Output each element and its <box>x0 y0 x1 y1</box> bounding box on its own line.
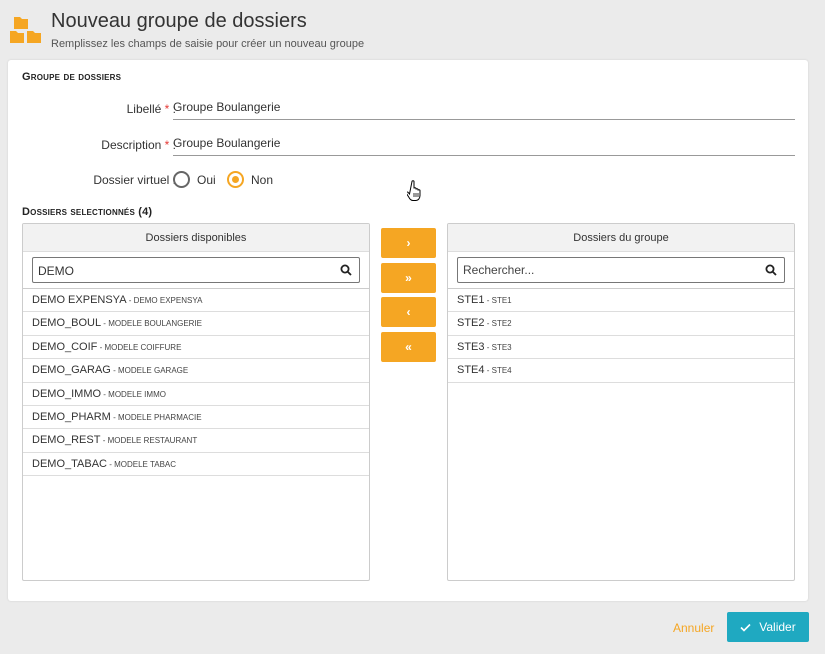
item-code: DEMO_PHARM <box>32 410 111 423</box>
cancel-button[interactable]: Annuler <box>673 621 714 635</box>
available-folders-list: Dossiers disponibles DEMO DEMO EXPENSYA … <box>22 223 370 581</box>
group-search-input[interactable] <box>458 258 784 282</box>
group-folders-header: Dossiers du groupe <box>448 224 794 252</box>
available-search-input[interactable]: DEMO <box>32 257 360 283</box>
selection-section-title: Dossiers selectionnés (4) <box>22 206 153 218</box>
page-subtitle: Remplissez les champs de saisie pour cré… <box>51 38 365 50</box>
available-search-value: DEMO <box>38 264 74 278</box>
item-name: STE2 <box>491 319 512 329</box>
item-name: MODELE TABAC <box>114 459 177 469</box>
remove-selected-button[interactable]: ‹ <box>381 297 436 327</box>
item-name: MODELE IMMO <box>108 389 166 399</box>
form-panel: Groupe de dossiers Libellé * : Groupe Bo… <box>8 60 808 601</box>
group-section-title: Groupe de dossiers <box>22 71 122 83</box>
remove-all-button[interactable]: « <box>381 332 436 362</box>
list-item[interactable]: STE4 - STE4 <box>448 359 794 383</box>
list-item[interactable]: DEMO_PHARM - MODELE PHARMACIE <box>23 406 369 430</box>
item-name: STE4 <box>491 366 512 376</box>
available-folders-header: Dossiers disponibles <box>23 224 369 252</box>
page-header: Nouveau groupe de dossiers Remplissez le… <box>0 0 825 56</box>
item-code: DEMO_GARAG <box>32 364 111 377</box>
item-code: STE1 <box>457 294 485 306</box>
item-code: DEMO EXPENSYA <box>32 294 127 306</box>
list-item[interactable]: DEMO_IMMO - MODELE IMMO <box>23 383 369 406</box>
list-item[interactable]: DEMO_REST - MODELE RESTAURANT <box>23 429 369 453</box>
hand-cursor-icon <box>407 180 421 201</box>
radio-checked-icon <box>227 171 244 188</box>
radio-oui[interactable]: Oui <box>173 171 216 188</box>
item-name: DEMO EXPENSYA <box>133 296 203 305</box>
item-name: MODELE GARAGE <box>117 366 189 376</box>
item-code: STE3 <box>457 340 485 353</box>
validate-button-label: Valider <box>759 620 796 634</box>
list-item[interactable]: DEMO_TABAC - MODELE TABAC <box>23 453 369 477</box>
description-label: Description * : <box>101 138 176 152</box>
item-name: MODELE RESTAURANT <box>107 436 198 446</box>
item-name: MODELE PHARMACIE <box>117 412 202 422</box>
item-code: STE2 <box>457 317 485 330</box>
dossier-virtuel-label: Dossier virtuel : <box>93 173 176 187</box>
item-name: STE3 <box>491 342 512 352</box>
libelle-field[interactable]: Groupe Boulangerie <box>173 98 795 120</box>
item-name: STE1 <box>491 296 512 305</box>
add-selected-button[interactable]: › <box>381 228 436 258</box>
check-icon <box>740 623 751 632</box>
list-item[interactable]: DEMO_COIF - MODELE COIFFURE <box>23 336 369 360</box>
search-icon[interactable] <box>340 264 352 276</box>
validate-button[interactable]: Valider <box>727 612 809 642</box>
item-name: MODELE COIFFURE <box>104 342 182 352</box>
item-name: MODELE BOULANGERIE <box>108 319 202 329</box>
radio-non[interactable]: Non <box>227 171 273 188</box>
group-folders-list: Dossiers du groupe STE1 - STE1STE2 - STE… <box>447 223 795 581</box>
item-code: DEMO_BOUL <box>32 317 102 330</box>
list-item[interactable]: STE2 - STE2 <box>448 312 794 336</box>
list-item[interactable]: STE3 - STE3 <box>448 336 794 360</box>
list-item[interactable]: DEMO EXPENSYA - DEMO EXPENSYA <box>23 289 369 313</box>
page-title: Nouveau groupe de dossiers <box>51 10 307 32</box>
radio-oui-label: Oui <box>197 172 216 187</box>
item-code: STE4 <box>457 364 485 377</box>
radio-non-label: Non <box>251 172 274 187</box>
list-item[interactable]: DEMO_BOUL - MODELE BOULANGERIE <box>23 312 369 336</box>
group-search-field[interactable] <box>457 257 785 283</box>
add-all-button[interactable]: » <box>381 263 436 293</box>
folders-icon <box>10 17 41 43</box>
description-field[interactable]: Groupe Boulangerie <box>173 134 795 156</box>
list-item[interactable]: STE1 - STE1 <box>448 289 794 313</box>
item-code: DEMO_COIF <box>32 340 98 353</box>
item-code: DEMO_IMMO <box>32 387 102 400</box>
search-icon[interactable] <box>765 264 777 276</box>
libelle-label: Libellé * : <box>126 102 176 116</box>
item-code: DEMO_TABAC <box>32 457 107 470</box>
list-item[interactable]: DEMO_GARAG - MODELE GARAGE <box>23 359 369 383</box>
radio-circle-icon <box>173 171 190 188</box>
item-code: DEMO_REST <box>32 434 101 447</box>
